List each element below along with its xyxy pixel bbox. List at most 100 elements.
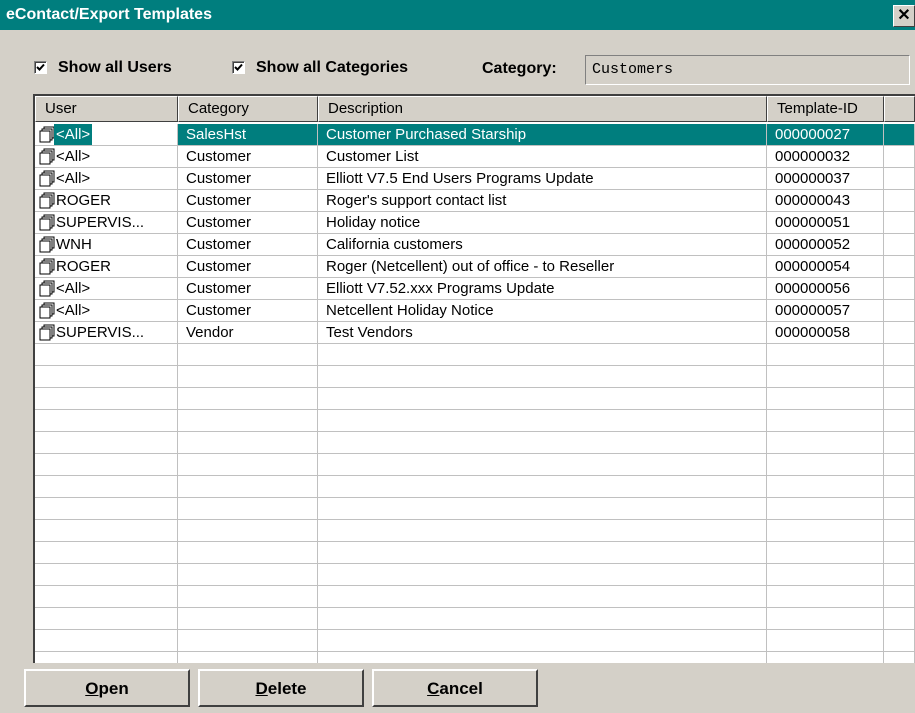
- documents-icon: [39, 236, 55, 255]
- cell-filler: [884, 388, 915, 410]
- cell-filler: [884, 564, 915, 586]
- cell-description: [318, 586, 767, 608]
- cell-template-id: 000000057: [767, 300, 884, 322]
- cell-category: [178, 476, 318, 498]
- category-label: Category:: [482, 60, 557, 77]
- cell-template-id: [767, 498, 884, 520]
- cell-user: [35, 498, 178, 520]
- cell-category: [178, 520, 318, 542]
- cell-user-text: <All>: [56, 280, 91, 297]
- table-row[interactable]: SUPERVIS... Customer Holiday notice 0000000…: [35, 212, 915, 234]
- checkmark-icon: [36, 63, 45, 71]
- cell-description: [318, 344, 767, 366]
- cell-category: Customer: [178, 146, 318, 168]
- empty-row: [35, 630, 915, 652]
- cancel-button[interactable]: Cancel: [372, 669, 538, 707]
- show-all-users-label: Show all Users: [58, 59, 172, 76]
- cell-filler: [884, 520, 915, 542]
- checkbox-box[interactable]: [34, 61, 47, 74]
- table-row[interactable]: <All> SalesHst Customer Purchased Starship…: [35, 124, 915, 146]
- close-icon: ✕: [897, 7, 911, 24]
- cell-user: [35, 366, 178, 388]
- checkbox-box[interactable]: [232, 61, 245, 74]
- cell-template-id: 000000058: [767, 322, 884, 344]
- cell-category: Customer: [178, 234, 318, 256]
- delete-button[interactable]: Delete: [198, 669, 364, 707]
- cell-user: [35, 476, 178, 498]
- cell-user-text: <All>: [56, 170, 91, 187]
- cell-description: [318, 520, 767, 542]
- cell-description: [318, 410, 767, 432]
- cell-category: [178, 586, 318, 608]
- cell-description: Customer Purchased Starship: [318, 124, 767, 146]
- documents-icon: [39, 148, 55, 167]
- cell-user: ROGER: [35, 190, 178, 212]
- table-row[interactable]: <All> Customer Elliott V7.52.xxx Programs …: [35, 278, 915, 300]
- cell-description: [318, 564, 767, 586]
- show-all-categories-label: Show all Categories: [256, 59, 409, 76]
- cell-user-text: ROGER: [56, 258, 112, 275]
- cell-user: WNH: [35, 234, 178, 256]
- cell-description: Roger (Netcellent) out of office - to Re…: [318, 256, 767, 278]
- cell-filler: [884, 190, 915, 212]
- cell-filler: [884, 476, 915, 498]
- column-header-description[interactable]: Description: [318, 96, 767, 122]
- cell-category: [178, 432, 318, 454]
- cell-description: [318, 366, 767, 388]
- category-field[interactable]: Customers: [585, 55, 910, 85]
- cell-template-id: 000000027: [767, 124, 884, 146]
- open-button-label: pen: [98, 679, 129, 698]
- cell-description: [318, 454, 767, 476]
- cell-template-id: [767, 410, 884, 432]
- cell-filler: [884, 168, 915, 190]
- empty-row: [35, 564, 915, 586]
- cell-description: Elliott V7.5 End Users Programs Update: [318, 168, 767, 190]
- cell-category: Customer: [178, 190, 318, 212]
- cell-filler: [884, 410, 915, 432]
- cell-category: Customer: [178, 212, 318, 234]
- cell-description: [318, 388, 767, 410]
- templates-grid[interactable]: User Category Description Template-ID <A…: [33, 94, 915, 663]
- cell-filler: [884, 234, 915, 256]
- cell-template-id: [767, 454, 884, 476]
- cell-user: [35, 652, 178, 663]
- cell-category: [178, 366, 318, 388]
- cell-filler: [884, 586, 915, 608]
- cell-category: [178, 542, 318, 564]
- table-row[interactable]: ROGER Customer Roger's support contact lis…: [35, 190, 915, 212]
- cell-user: <All>: [35, 278, 178, 300]
- cell-template-id: [767, 586, 884, 608]
- table-row[interactable]: ROGER Customer Roger (Netcellent) out of o…: [35, 256, 915, 278]
- column-header-template-id[interactable]: Template-ID: [767, 96, 884, 122]
- close-button[interactable]: ✕: [893, 5, 915, 27]
- cell-filler: [884, 212, 915, 234]
- open-button-mnemonic: O: [85, 679, 99, 698]
- cell-category: [178, 564, 318, 586]
- cell-user: ROGER: [35, 256, 178, 278]
- templates-window: eContact/Export Templates ✕ Show all Use…: [0, 0, 915, 713]
- cell-filler: [884, 322, 915, 344]
- table-row[interactable]: SUPERVIS... Vendor Test Vendors 000000058: [35, 322, 915, 344]
- open-button[interactable]: Open: [24, 669, 190, 707]
- cell-user: [35, 586, 178, 608]
- documents-icon: [39, 302, 55, 321]
- table-row[interactable]: <All> Customer Netcellent Holiday Notice 00…: [35, 300, 915, 322]
- cell-filler: [884, 542, 915, 564]
- empty-row: [35, 388, 915, 410]
- cell-description: [318, 432, 767, 454]
- column-header-category[interactable]: Category: [178, 96, 318, 122]
- column-header-user[interactable]: User: [35, 96, 178, 122]
- empty-row: [35, 586, 915, 608]
- cell-template-id: 000000037: [767, 168, 884, 190]
- table-row[interactable]: WNH Customer California customers 000000052: [35, 234, 915, 256]
- cell-user-text: ROGER: [56, 192, 112, 209]
- cell-category: [178, 410, 318, 432]
- table-row[interactable]: <All> Customer Elliott V7.5 End Users Prog…: [35, 168, 915, 190]
- cell-category: [178, 454, 318, 476]
- cell-category: Customer: [178, 278, 318, 300]
- table-row[interactable]: <All> Customer Customer List 000000032: [35, 146, 915, 168]
- cell-description: [318, 652, 767, 663]
- cell-user: [35, 454, 178, 476]
- empty-row: [35, 542, 915, 564]
- cell-template-id: [767, 366, 884, 388]
